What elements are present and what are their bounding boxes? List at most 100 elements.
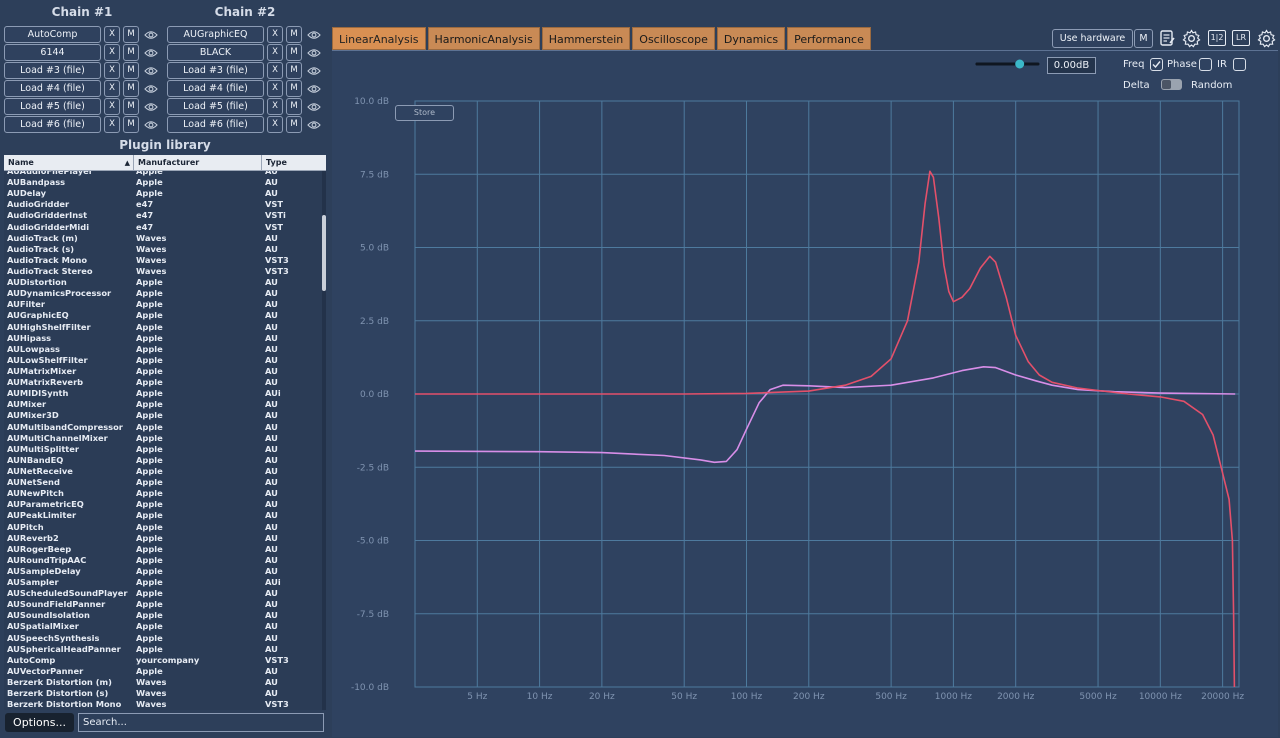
eye-icon[interactable] xyxy=(306,63,322,78)
chain-slot-button[interactable]: Load #3 (file) xyxy=(167,62,264,79)
eye-icon[interactable] xyxy=(306,45,322,60)
library-row[interactable]: AUScheduledSoundPlayer Apple AU xyxy=(4,588,322,599)
remove-plugin-button[interactable]: X xyxy=(267,62,283,79)
library-row[interactable]: AUSoundIsolation Apple AU xyxy=(4,610,322,621)
library-row[interactable]: AUMixer3D Apple AU xyxy=(4,410,322,421)
eye-icon[interactable] xyxy=(143,45,159,60)
chain-slot-button[interactable]: Load #4 (file) xyxy=(167,80,264,97)
chain-slot-button[interactable]: Load #6 (file) xyxy=(4,116,101,133)
remove-plugin-button[interactable]: X xyxy=(267,116,283,133)
eye-icon[interactable] xyxy=(143,63,159,78)
library-row[interactable]: AULowpass Apple AU xyxy=(4,344,322,355)
chain-slot-button[interactable]: AUGraphicEQ xyxy=(167,26,264,43)
library-row[interactable]: AudioTrack (m) Waves AU xyxy=(4,233,322,244)
chain-slot-button[interactable]: Load #3 (file) xyxy=(4,62,101,79)
mute-plugin-button[interactable]: M xyxy=(286,44,302,61)
settings-gear-icon[interactable] xyxy=(1256,28,1276,48)
remove-plugin-button[interactable]: X xyxy=(104,26,120,43)
library-row[interactable]: AUGraphicEQ Apple AU xyxy=(4,310,322,321)
mute-plugin-button[interactable]: M xyxy=(123,26,139,43)
chain-slot-button[interactable]: Load #5 (file) xyxy=(167,98,264,115)
column-header-name[interactable]: Name ▲ xyxy=(4,155,134,170)
delta-toggle[interactable] xyxy=(1161,79,1182,90)
search-input[interactable] xyxy=(78,713,324,732)
ir-checkbox[interactable] xyxy=(1233,58,1246,71)
mute-plugin-button[interactable]: M xyxy=(286,98,302,115)
mute-plugin-button[interactable]: M xyxy=(286,26,302,43)
library-row[interactable]: AUPeakLimiter Apple AU xyxy=(4,510,322,521)
channels-icon[interactable]: 1|2 xyxy=(1207,28,1227,48)
chain-slot-button[interactable]: Load #5 (file) xyxy=(4,98,101,115)
eye-icon[interactable] xyxy=(306,27,322,42)
library-row[interactable]: AUMixer Apple AU xyxy=(4,399,322,410)
gear-icon[interactable] xyxy=(1181,28,1201,48)
tab-linearanalysis[interactable]: LinearAnalysis xyxy=(332,27,426,50)
library-row[interactable]: AudioGridderInst e47 VSTi xyxy=(4,210,322,221)
chain-slot-button[interactable]: BLACK xyxy=(167,44,264,61)
library-row[interactable]: Berzerk Distortion (s) Waves AU xyxy=(4,688,322,699)
library-row[interactable]: AutoComp yourcompany VST3 xyxy=(4,655,322,666)
library-row[interactable]: AUMatrixMixer Apple AU xyxy=(4,366,322,377)
library-row[interactable]: AudioGridder e47 VST xyxy=(4,199,322,210)
library-row[interactable]: AUHipass Apple AU xyxy=(4,333,322,344)
library-row[interactable]: AUSpeechSynthesis Apple AU xyxy=(4,633,322,644)
mute-plugin-button[interactable]: M xyxy=(123,116,139,133)
library-row[interactable]: Berzerk Distortion (m) Waves AU xyxy=(4,677,322,688)
eye-icon[interactable] xyxy=(143,117,159,132)
tab-performance[interactable]: Performance xyxy=(787,27,871,50)
library-row[interactable]: AULowShelfFilter Apple AU xyxy=(4,355,322,366)
mute-plugin-button[interactable]: M xyxy=(123,44,139,61)
library-row[interactable]: AudioTrack Mono Waves VST3 xyxy=(4,255,322,266)
tab-harmonicanalysis[interactable]: HarmonicAnalysis xyxy=(427,27,540,50)
library-row[interactable]: AUSampler Apple AUi xyxy=(4,577,322,588)
eye-icon[interactable] xyxy=(143,81,159,96)
mute-plugin-button[interactable]: M xyxy=(286,62,302,79)
library-row[interactable]: AUNewPitch Apple AU xyxy=(4,488,322,499)
library-scrollbar[interactable] xyxy=(322,171,326,710)
library-row[interactable]: Berzerk Distortion Mono Waves VST3 xyxy=(4,699,322,710)
gain-slider[interactable] xyxy=(975,58,1040,70)
library-row[interactable]: AUSoundFieldPanner Apple AU xyxy=(4,599,322,610)
library-row[interactable]: AUDistortion Apple AU xyxy=(4,277,322,288)
library-row[interactable]: AudioGridderMidi e47 VST xyxy=(4,222,322,233)
library-row[interactable]: AUSampleDelay Apple AU xyxy=(4,566,322,577)
use-hardware-button[interactable]: Use hardware xyxy=(1052,29,1133,48)
remove-plugin-button[interactable]: X xyxy=(267,44,283,61)
notes-icon[interactable] xyxy=(1157,28,1177,48)
eye-icon[interactable] xyxy=(306,117,322,132)
eye-icon[interactable] xyxy=(143,27,159,42)
library-row[interactable]: AURogerBeep Apple AU xyxy=(4,544,322,555)
phase-checkbox[interactable] xyxy=(1199,58,1212,71)
mute-plugin-button[interactable]: M xyxy=(286,80,302,97)
library-row[interactable]: AURoundTripAAC Apple AU xyxy=(4,555,322,566)
library-row[interactable]: AUDynamicsProcessor Apple AU xyxy=(4,288,322,299)
eye-icon[interactable] xyxy=(143,99,159,114)
gain-value-display[interactable]: 0.00dB xyxy=(1047,57,1096,74)
library-row[interactable]: AUHighShelfFilter Apple AU xyxy=(4,322,322,333)
library-row[interactable]: AudioTrack Stereo Waves VST3 xyxy=(4,266,322,277)
library-row[interactable]: AUSpatialMixer Apple AU xyxy=(4,621,322,632)
library-row[interactable]: AUFilter Apple AU xyxy=(4,299,322,310)
library-row[interactable]: AUNetReceive Apple AU xyxy=(4,466,322,477)
library-row[interactable]: AUPitch Apple AU xyxy=(4,522,322,533)
remove-plugin-button[interactable]: X xyxy=(104,62,120,79)
library-row[interactable]: AUSphericalHeadPanner Apple AU xyxy=(4,644,322,655)
library-row[interactable]: AUReverb2 Apple AU xyxy=(4,533,322,544)
library-row[interactable]: AUNetSend Apple AU xyxy=(4,477,322,488)
library-row[interactable]: AUMultibandCompressor Apple AU xyxy=(4,422,322,433)
remove-plugin-button[interactable]: X xyxy=(267,98,283,115)
column-header-type[interactable]: Type xyxy=(262,155,326,170)
store-button[interactable]: Store xyxy=(395,105,454,121)
library-row[interactable]: AUNBandEQ Apple AU xyxy=(4,455,322,466)
tab-dynamics[interactable]: Dynamics xyxy=(716,27,786,50)
chain-slot-button[interactable]: 6144 xyxy=(4,44,101,61)
chain-slot-button[interactable]: Load #4 (file) xyxy=(4,80,101,97)
library-row[interactable]: AUMultiChannelMixer Apple AU xyxy=(4,433,322,444)
mute-plugin-button[interactable]: M xyxy=(123,80,139,97)
frequency-response-plot[interactable]: 10.0 dB 7.5 dB 5.0 dB 2.5 dB 0.0 dB -2.5 dB -5… xyxy=(332,90,1278,720)
freq-checkbox[interactable] xyxy=(1150,58,1163,71)
gain-slider-knob[interactable] xyxy=(1015,59,1025,69)
column-header-manufacturer[interactable]: Manufacturer xyxy=(134,155,262,170)
eye-icon[interactable] xyxy=(306,99,322,114)
library-row[interactable]: AUMatrixReverb Apple AU xyxy=(4,377,322,388)
